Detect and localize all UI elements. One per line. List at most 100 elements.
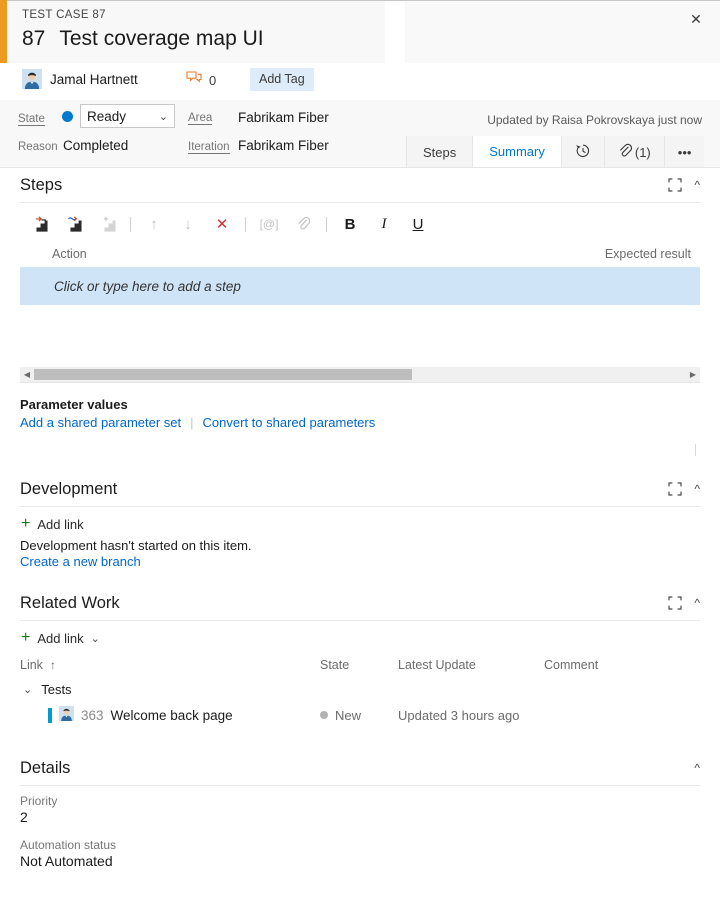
create-new-branch-link[interactable]: Create a new branch: [20, 554, 141, 569]
avatar: [22, 69, 42, 89]
parameter-values-block: Parameter values Add a shared parameter …: [0, 383, 720, 430]
reason-value[interactable]: Completed: [63, 138, 128, 153]
parameter-values-links: Add a shared parameter set | Convert to …: [20, 415, 700, 430]
tab-more[interactable]: •••: [665, 136, 705, 168]
plus-icon: +: [21, 630, 30, 646]
move-down-icon[interactable]: ↓: [171, 211, 205, 237]
collapse-related-work-icon[interactable]: ^: [694, 597, 700, 609]
detail-field-automation-status: Automation status Not Automated: [0, 825, 720, 869]
discussion-count[interactable]: 0: [186, 71, 216, 90]
details-section-title: Details: [20, 759, 70, 778]
related-work-item-title[interactable]: Welcome back page: [111, 708, 233, 723]
page-title: 87 Test coverage map UI: [22, 27, 264, 51]
spacer: [0, 569, 720, 586]
priority-value[interactable]: 2: [20, 809, 700, 825]
header-panel-right: [405, 1, 720, 63]
related-work-group-tests[interactable]: ⌄ Tests: [0, 676, 720, 699]
maximize-icon[interactable]: [668, 482, 682, 496]
delete-step-icon[interactable]: ✕: [205, 211, 239, 237]
discussion-count-value: 0: [209, 73, 216, 88]
toolbar-separator: [130, 217, 131, 232]
insert-step-parameter-icon: [90, 211, 124, 237]
column-latest-update[interactable]: Latest Update: [398, 658, 544, 672]
attach-icon: [286, 211, 320, 237]
steps-section-header: Steps ^: [0, 168, 720, 202]
add-shared-parameter-set-link[interactable]: Add a shared parameter set: [20, 415, 181, 430]
development-section-title: Development: [20, 480, 117, 499]
related-work-item-state: New: [335, 708, 361, 723]
related-work-section-header: Related Work ^: [0, 586, 720, 620]
tab-summary[interactable]: Summary: [473, 136, 562, 168]
scrollbar-track[interactable]: [34, 369, 686, 380]
state-color-dot: [62, 111, 73, 122]
related-work-group-label: Tests: [41, 682, 71, 697]
spacer: [0, 430, 720, 472]
maximize-icon[interactable]: [668, 596, 682, 610]
collapse-details-icon[interactable]: ^: [694, 762, 700, 774]
maximize-icon[interactable]: [668, 178, 682, 192]
tab-steps[interactable]: Steps: [407, 136, 473, 168]
development-add-link-label: Add link: [37, 517, 83, 532]
steps-horizontal-scrollbar[interactable]: ◀ ▶: [20, 367, 700, 382]
insert-shared-step-icon[interactable]: [56, 211, 90, 237]
steps-grid-empty-area: [20, 305, 700, 367]
bold-icon[interactable]: B: [333, 211, 367, 237]
collapse-steps-icon[interactable]: ^: [694, 179, 700, 191]
tab-history[interactable]: [562, 136, 605, 168]
area-value[interactable]: Fabrikam Fiber: [238, 110, 329, 125]
header-secondary-row: Jamal Hartnett 0 Add Tag: [0, 63, 720, 100]
area-field-label: Area: [188, 112, 212, 124]
link-divider: |: [190, 415, 193, 430]
iteration-value[interactable]: Fabrikam Fiber: [238, 138, 329, 153]
scroll-left-arrow-icon[interactable]: ◀: [20, 370, 34, 379]
related-work-add-link-button[interactable]: + Add link ⌄: [0, 621, 720, 650]
column-action: Action: [52, 247, 87, 261]
scrollbar-thumb[interactable]: [34, 369, 412, 380]
parameter-values-title: Parameter values: [20, 397, 700, 412]
close-icon[interactable]: ✕: [686, 9, 706, 29]
insert-step-icon[interactable]: [22, 211, 56, 237]
mention-icon: [@]: [252, 211, 286, 237]
details-section-header: Details ^: [0, 751, 720, 785]
iteration-field-label: Iteration: [188, 141, 230, 153]
toolbar-separator: [326, 217, 327, 232]
avatar: [59, 706, 74, 724]
convert-to-shared-parameters-link[interactable]: Convert to shared parameters: [203, 415, 376, 430]
comment-icon: [186, 71, 202, 90]
related-work-item-link[interactable]: 363 Welcome back page: [48, 706, 320, 724]
column-state[interactable]: State: [320, 658, 398, 672]
section-resize-handle[interactable]: [695, 444, 696, 456]
state-field-label: State: [18, 113, 45, 125]
related-work-columns: Link ↑ State Latest Update Comment: [0, 650, 720, 676]
related-work-section-title: Related Work: [20, 594, 120, 613]
add-step-row[interactable]: Click or type here to add a step: [20, 267, 700, 305]
scroll-right-arrow-icon[interactable]: ▶: [686, 370, 700, 379]
underline-icon[interactable]: U: [401, 211, 435, 237]
automation-status-value[interactable]: Not Automated: [20, 853, 700, 869]
column-link[interactable]: Link ↑: [20, 658, 320, 672]
work-item-title[interactable]: Test coverage map UI: [59, 27, 263, 51]
spacer: [0, 731, 720, 751]
related-work-item-id: 363: [81, 708, 104, 723]
link-count: (1): [635, 145, 651, 160]
assigned-to[interactable]: Jamal Hartnett: [22, 69, 138, 89]
state-dropdown[interactable]: Ready ⌄: [80, 104, 175, 128]
table-row[interactable]: 363 Welcome back page New Updated 3 hour…: [0, 699, 720, 731]
tab-links[interactable]: (1): [605, 136, 665, 168]
automation-status-label: Automation status: [20, 838, 700, 852]
column-comment[interactable]: Comment: [544, 658, 700, 672]
steps-section-title: Steps: [20, 176, 62, 195]
status-badge: New: [320, 708, 398, 723]
sort-ascending-icon: ↑: [50, 658, 56, 672]
detail-field-priority: Priority 2: [0, 786, 720, 825]
work-item-id: 87: [22, 27, 45, 51]
move-up-icon[interactable]: ↑: [137, 211, 171, 237]
collapse-development-icon[interactable]: ^: [694, 483, 700, 495]
development-add-link-button[interactable]: + Add link: [0, 507, 720, 536]
add-tag-button[interactable]: Add Tag: [250, 68, 314, 91]
italic-icon[interactable]: I: [367, 211, 401, 237]
reason-field-label: Reason: [18, 141, 58, 153]
updated-by-text: Updated by Raisa Pokrovskaya just now: [487, 113, 702, 127]
priority-label: Priority: [20, 794, 700, 808]
assigned-to-name: Jamal Hartnett: [50, 72, 138, 87]
